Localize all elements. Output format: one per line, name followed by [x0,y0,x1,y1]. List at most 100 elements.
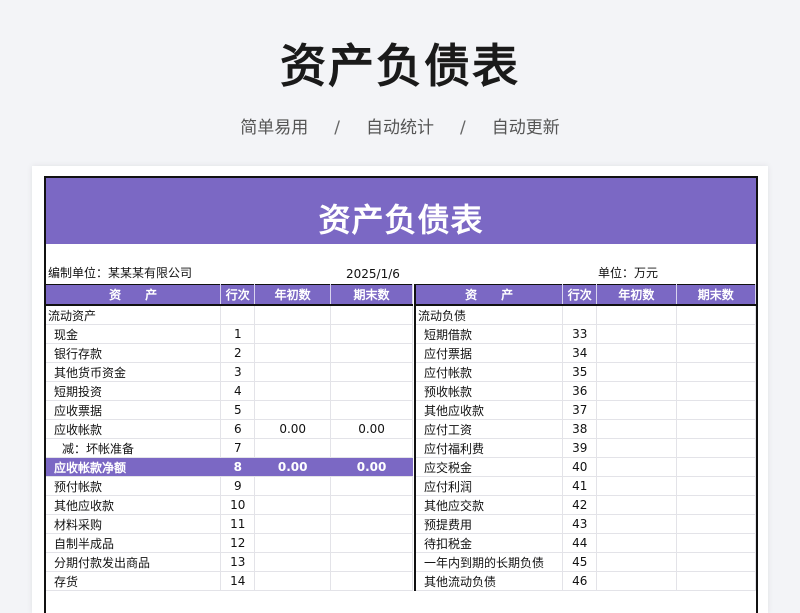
item-name-cell[interactable]: 减：坏帐准备 [46,438,222,458]
end-value-cell[interactable] [330,495,413,515]
end-value-cell[interactable] [330,571,413,591]
item-name-cell[interactable]: 应付票据 [415,343,564,363]
end-value-cell[interactable] [676,305,757,325]
item-name-cell[interactable]: 流动资产 [46,305,222,325]
start-value-cell[interactable] [596,305,677,325]
end-value-cell[interactable] [676,438,757,458]
item-name-cell[interactable]: 应交税金 [415,457,564,477]
end-value-cell[interactable] [676,362,757,382]
item-name-cell[interactable]: 待扣税金 [415,533,564,553]
item-name-cell[interactable]: 存货 [46,571,222,591]
start-value-cell[interactable] [254,400,332,420]
line-no-cell[interactable]: 8 [220,457,256,477]
line-no-cell[interactable]: 38 [562,419,598,439]
end-value-cell[interactable] [676,419,757,439]
start-value-cell[interactable] [596,362,677,382]
end-value-cell[interactable] [330,362,413,382]
item-name-cell[interactable]: 其他应收款 [46,495,222,515]
start-value-cell[interactable] [596,419,677,439]
end-value-cell[interactable] [330,400,413,420]
end-value-cell[interactable] [330,552,413,572]
end-value-cell[interactable] [330,305,413,325]
end-value-cell[interactable] [676,324,757,344]
start-value-cell[interactable] [254,476,332,496]
line-no-cell[interactable] [562,305,598,325]
line-no-cell[interactable]: 33 [562,324,598,344]
end-value-cell[interactable] [676,457,757,477]
start-value-cell[interactable]: 0.00 [254,419,332,439]
start-value-cell[interactable] [254,571,332,591]
line-no-cell[interactable]: 12 [220,533,256,553]
end-value-cell[interactable] [330,343,413,363]
item-name-cell[interactable]: 应收帐款 [46,419,222,439]
end-value-cell[interactable] [676,495,757,515]
end-value-cell[interactable] [676,552,757,572]
end-value-cell[interactable] [676,514,757,534]
item-name-cell[interactable]: 其他流动负债 [415,571,564,591]
line-no-cell[interactable]: 35 [562,362,598,382]
end-value-cell[interactable]: 0.00 [330,419,413,439]
line-no-cell[interactable]: 14 [220,571,256,591]
start-value-cell[interactable] [596,514,677,534]
start-value-cell[interactable] [254,495,332,515]
start-value-cell[interactable] [596,495,677,515]
item-name-cell[interactable]: 预付帐款 [46,476,222,496]
line-no-cell[interactable]: 41 [562,476,598,496]
start-value-cell[interactable] [596,552,677,572]
line-no-cell[interactable]: 13 [220,552,256,572]
line-no-cell[interactable]: 42 [562,495,598,515]
item-name-cell[interactable]: 现金 [46,324,222,344]
start-value-cell[interactable] [254,533,332,553]
end-value-cell[interactable] [676,400,757,420]
line-no-cell[interactable]: 3 [220,362,256,382]
line-no-cell[interactable]: 5 [220,400,256,420]
line-no-cell[interactable]: 2 [220,343,256,363]
line-no-cell[interactable]: 40 [562,457,598,477]
end-value-cell[interactable] [676,533,757,553]
end-value-cell[interactable] [676,476,757,496]
line-no-cell[interactable]: 1 [220,324,256,344]
item-name-cell[interactable]: 自制半成品 [46,533,222,553]
item-name-cell[interactable]: 其他应交款 [415,495,564,515]
item-name-cell[interactable]: 流动负债 [415,305,564,325]
item-name-cell[interactable]: 预收帐款 [415,381,564,401]
item-name-cell[interactable]: 应收帐款净额 [46,457,222,477]
end-value-cell[interactable]: 0.00 [330,457,413,477]
line-no-cell[interactable]: 10 [220,495,256,515]
end-value-cell[interactable] [330,324,413,344]
start-value-cell[interactable] [596,457,677,477]
item-name-cell[interactable]: 应付工资 [415,419,564,439]
line-no-cell[interactable]: 39 [562,438,598,458]
start-value-cell[interactable] [254,324,332,344]
item-name-cell[interactable]: 短期投资 [46,381,222,401]
start-value-cell[interactable] [254,514,332,534]
item-name-cell[interactable]: 其他货币资金 [46,362,222,382]
end-value-cell[interactable] [330,438,413,458]
line-no-cell[interactable]: 43 [562,514,598,534]
start-value-cell[interactable] [596,343,677,363]
line-no-cell[interactable]: 37 [562,400,598,420]
end-value-cell[interactable] [330,533,413,553]
line-no-cell[interactable]: 11 [220,514,256,534]
start-value-cell[interactable] [254,343,332,363]
end-value-cell[interactable] [330,514,413,534]
item-name-cell[interactable]: 材料采购 [46,514,222,534]
start-value-cell[interactable] [596,400,677,420]
start-value-cell[interactable]: 0.00 [254,457,332,477]
item-name-cell[interactable]: 其他应收款 [415,400,564,420]
item-name-cell[interactable]: 应付福利费 [415,438,564,458]
line-no-cell[interactable]: 4 [220,381,256,401]
end-value-cell[interactable] [676,571,757,591]
line-no-cell[interactable] [220,305,256,325]
start-value-cell[interactable] [596,438,677,458]
start-value-cell[interactable] [596,381,677,401]
item-name-cell[interactable]: 应收票据 [46,400,222,420]
line-no-cell[interactable]: 6 [220,419,256,439]
end-value-cell[interactable] [676,343,757,363]
start-value-cell[interactable] [254,552,332,572]
line-no-cell[interactable]: 34 [562,343,598,363]
start-value-cell[interactable] [254,381,332,401]
item-name-cell[interactable]: 预提费用 [415,514,564,534]
line-no-cell[interactable]: 46 [562,571,598,591]
start-value-cell[interactable] [254,438,332,458]
